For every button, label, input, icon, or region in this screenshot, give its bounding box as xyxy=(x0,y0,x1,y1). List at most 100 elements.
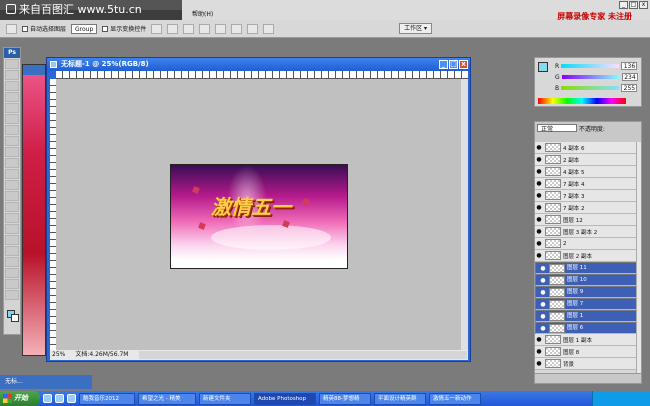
eye-icon[interactable]: ● xyxy=(535,168,543,175)
minimized-document[interactable]: 无标... xyxy=(0,375,92,389)
dodge-tool[interactable] xyxy=(5,202,19,212)
minimize-button[interactable]: _ xyxy=(619,1,628,9)
layer-row[interactable]: ● 图层 7 xyxy=(535,298,641,310)
start-button[interactable]: 开始 xyxy=(0,391,40,406)
gradient-tool[interactable] xyxy=(5,180,19,190)
zoom-tool[interactable] xyxy=(5,290,19,300)
distribute-icon[interactable] xyxy=(247,23,259,34)
type-tool[interactable] xyxy=(5,224,19,234)
taskbar-button[interactable]: 精英88-梦想精 xyxy=(319,392,371,405)
eye-icon[interactable]: ● xyxy=(535,348,543,355)
background-color[interactable] xyxy=(11,314,19,322)
maximize-button[interactable]: □ xyxy=(629,1,638,9)
slice-tool[interactable] xyxy=(5,114,19,124)
eye-icon[interactable]: ● xyxy=(535,156,543,163)
auto-select-checkbox[interactable] xyxy=(22,26,28,32)
layer-row[interactable]: ● 4 副本 6 xyxy=(535,142,641,154)
pen-tool[interactable] xyxy=(5,213,19,223)
layer-row[interactable]: ● 背景 xyxy=(535,358,641,370)
shape-tool[interactable] xyxy=(5,246,19,256)
eye-icon[interactable]: ● xyxy=(535,336,543,343)
color-spectrum[interactable] xyxy=(538,98,626,104)
workspace-button[interactable]: 工作区 ▾ xyxy=(399,23,432,34)
eye-icon[interactable]: ● xyxy=(535,204,543,211)
eye-icon[interactable]: ● xyxy=(535,240,543,247)
blend-mode-dropdown[interactable]: 正常 xyxy=(537,124,577,133)
doc-minimize-button[interactable]: _ xyxy=(439,60,448,69)
green-slider[interactable] xyxy=(561,75,620,79)
auto-select-dropdown[interactable]: Group xyxy=(71,23,98,34)
blur-tool[interactable] xyxy=(5,191,19,201)
quicklaunch-icon[interactable] xyxy=(43,394,52,403)
layers-scrollbar[interactable] xyxy=(636,142,641,375)
align-top-icon[interactable] xyxy=(151,23,163,34)
eye-icon[interactable]: ● xyxy=(539,288,547,297)
distribute-h-icon[interactable] xyxy=(263,23,275,34)
menu-help[interactable]: 帮助(H) xyxy=(192,11,213,18)
layer-row[interactable]: ● 2 xyxy=(535,238,641,250)
show-transform-checkbox[interactable] xyxy=(102,26,109,32)
eye-icon[interactable]: ● xyxy=(539,300,547,309)
lasso-tool[interactable] xyxy=(5,81,19,91)
doc-close-button[interactable]: x xyxy=(459,60,468,69)
eraser-tool[interactable] xyxy=(5,169,19,179)
layer-row[interactable]: ● 图层 12 xyxy=(535,214,641,226)
red-value[interactable]: 136 xyxy=(621,62,638,70)
layer-row[interactable]: ● 4 副本 5 xyxy=(535,166,641,178)
red-slider[interactable] xyxy=(561,64,620,68)
taskbar-button[interactable]: 平面设计精英群 xyxy=(374,392,426,405)
doc-maximize-button[interactable]: □ xyxy=(449,60,458,69)
layer-row[interactable]: ● 图层 9 xyxy=(535,286,641,298)
blue-slider[interactable] xyxy=(561,86,620,90)
close-button[interactable]: x xyxy=(639,1,648,9)
eye-icon[interactable]: ● xyxy=(539,264,547,273)
align-right-icon[interactable] xyxy=(231,23,243,34)
layer-row[interactable]: ● 图层 6 xyxy=(535,322,641,334)
show-transform-option[interactable]: 显示变换控件 xyxy=(102,24,146,33)
stamp-tool[interactable] xyxy=(5,147,19,157)
layer-row[interactable]: ● 7 副本 4 xyxy=(535,178,641,190)
brush-tool[interactable] xyxy=(5,136,19,146)
align-left-icon[interactable] xyxy=(199,23,211,34)
canvas-area[interactable]: 激情五一 xyxy=(56,79,461,350)
layer-row[interactable]: ● 2 副本 xyxy=(535,154,641,166)
taskbar-button[interactable]: Adobe Photoshop xyxy=(254,392,316,405)
crop-tool[interactable] xyxy=(5,103,19,113)
notes-tool[interactable] xyxy=(5,257,19,267)
layer-row[interactable]: ● 图层 2 副本 xyxy=(535,250,641,262)
quicklaunch-icon[interactable] xyxy=(67,394,76,403)
eye-icon[interactable]: ● xyxy=(539,312,547,321)
horizontal-scrollbar[interactable] xyxy=(139,351,467,359)
eye-icon[interactable]: ● xyxy=(539,276,547,285)
taskbar-button[interactable]: 希望之光 - 精美 xyxy=(138,392,196,405)
eye-icon[interactable]: ● xyxy=(535,144,543,151)
layer-row[interactable]: ● 图层 1 副本 xyxy=(535,334,641,346)
green-value[interactable]: 234 xyxy=(621,73,638,81)
quicklaunch-icon[interactable] xyxy=(55,394,64,403)
layer-row[interactable]: ● 7 副本 3 xyxy=(535,190,641,202)
move-tool-icon[interactable] xyxy=(6,23,17,34)
eyedropper-tool[interactable] xyxy=(5,268,19,278)
history-brush-tool[interactable] xyxy=(5,158,19,168)
document-title-bar[interactable]: 无标题-1 @ 25%(RGB/8) _ □ x xyxy=(47,58,470,71)
marquee-tool[interactable] xyxy=(5,70,19,80)
blue-value[interactable]: 255 xyxy=(621,84,638,92)
layer-row[interactable]: ● 图层 10 xyxy=(535,274,641,286)
move-tool[interactable] xyxy=(5,59,19,69)
layer-row[interactable]: ● 图层 1 xyxy=(535,310,641,322)
eye-icon[interactable]: ● xyxy=(535,192,543,199)
artwork[interactable]: 激情五一 xyxy=(170,164,348,269)
align-center-icon[interactable] xyxy=(215,23,227,34)
vertical-scrollbar[interactable] xyxy=(461,79,468,350)
background-document-window[interactable] xyxy=(22,64,46,356)
eye-icon[interactable]: ● xyxy=(535,360,543,367)
eye-icon[interactable]: ● xyxy=(535,216,543,223)
magic-wand-tool[interactable] xyxy=(5,92,19,102)
eye-icon[interactable]: ● xyxy=(539,324,547,333)
eye-icon[interactable]: ● xyxy=(535,228,543,235)
eye-icon[interactable]: ● xyxy=(535,180,543,187)
taskbar-button[interactable]: 新建文件夹 xyxy=(199,392,251,405)
zoom-readout[interactable]: 25% xyxy=(52,350,65,360)
taskbar-button[interactable]: 激情五一新动作 xyxy=(429,392,481,405)
hand-tool[interactable] xyxy=(5,279,19,289)
